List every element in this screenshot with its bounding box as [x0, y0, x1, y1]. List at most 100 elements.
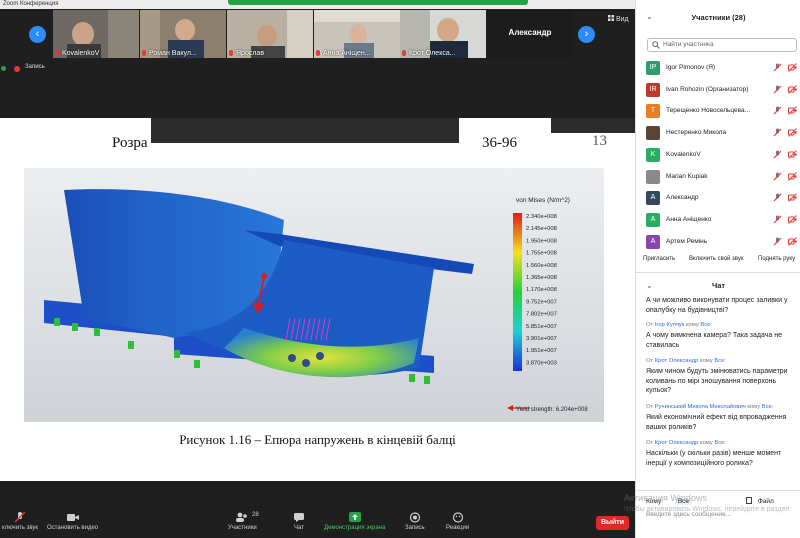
- participant-row[interactable]: A Артем Ремінь: [636, 232, 800, 253]
- mic-muted-icon: [316, 50, 320, 56]
- file-icon: [746, 497, 752, 504]
- message-sender: От Ігор Купчук кому Все:: [646, 322, 712, 328]
- share-screen-button[interactable]: Демонстрация экрана: [324, 512, 385, 531]
- video-off-icon: [788, 215, 797, 224]
- to-word: кому: [699, 440, 713, 446]
- record-icon: [409, 512, 420, 523]
- unmute-button[interactable]: ключить звук: [2, 512, 38, 531]
- video-thumbnail[interactable]: Александр: [487, 10, 573, 58]
- stop-video-button[interactable]: Остановить видео: [47, 512, 98, 531]
- avatar: [646, 126, 660, 141]
- participant-name: Роман Вакул...: [149, 50, 197, 57]
- raise-hand-button[interactable]: Поднять руку: [758, 253, 795, 266]
- mic-muted-icon: [773, 215, 782, 224]
- chat-icon: [294, 513, 304, 522]
- video-thumbnail[interactable]: KovalenkoV: [53, 10, 139, 58]
- legend-value: 1.755e+008: [526, 251, 557, 257]
- recipient-name: Все: [761, 404, 772, 410]
- invite-button[interactable]: Пригласить: [643, 253, 675, 266]
- legend-title: von Mises (N/m^2): [516, 197, 570, 204]
- from-word: От: [646, 358, 654, 364]
- recipient-name: Все: [714, 440, 725, 446]
- prev-page-button[interactable]: ‹: [29, 26, 46, 43]
- sender-name[interactable]: Ігор Купчук: [655, 322, 685, 328]
- legend-value: 1.951e+007: [526, 348, 557, 354]
- view-label: Вид: [615, 16, 629, 23]
- windows-activation-hint: Чтобы активировать Windows, перейдите в …: [624, 506, 790, 513]
- participant-row[interactable]: IP Igor Pimonov (Я): [636, 58, 800, 79]
- participant-name: Marian Kupiak: [666, 172, 708, 180]
- recording-indicator: Запись: [0, 59, 635, 81]
- video-off-icon: [788, 84, 797, 94]
- video-camera-icon: [66, 514, 79, 521]
- video-off-icon: [788, 106, 797, 116]
- mic-muted-icon: [773, 106, 782, 115]
- chat-button[interactable]: Чат: [292, 512, 306, 531]
- legend-value: 1.170e+008: [526, 287, 557, 293]
- sender-name[interactable]: Крот Олександр: [655, 440, 699, 446]
- video-thumbnail[interactable]: Роман Вакул...: [140, 10, 226, 58]
- divider: [636, 272, 800, 273]
- sender-name[interactable]: Крот Олександр: [655, 358, 699, 364]
- share-label: Демонстрация экрана: [324, 525, 386, 531]
- file-label: Файл: [757, 498, 774, 505]
- participant-row[interactable]: T Терещенко Новосельцева...: [636, 101, 800, 122]
- participants-icon: [236, 512, 248, 522]
- recipient-name: Все: [700, 322, 711, 328]
- zoom-window: Zoom Конференция ‹ KovalenkoV Роман Ваку…: [0, 0, 800, 538]
- smiley-icon: [452, 512, 463, 523]
- chat-label: Чат: [294, 525, 304, 531]
- to-word: кому: [747, 404, 761, 410]
- participant-name: Артем Ремінь: [666, 237, 708, 245]
- reactions-button[interactable]: Реакции: [446, 512, 469, 531]
- participant-row[interactable]: A Анна Аніщенко: [636, 210, 800, 231]
- video-off-icon: [788, 171, 797, 181]
- participant-row[interactable]: IR Ivan Rohozin (Организатор): [636, 80, 800, 101]
- recipient-name: Все: [714, 358, 725, 364]
- participant-row[interactable]: A Александр: [636, 188, 800, 209]
- next-page-button[interactable]: ›: [578, 26, 595, 43]
- leave-button[interactable]: Выйти: [596, 516, 629, 530]
- recording-label: Запись: [25, 64, 45, 70]
- participants-button[interactable]: 28 Участники: [228, 512, 259, 531]
- video-thumbnail[interactable]: Крот Олекса...: [400, 10, 486, 58]
- participant-name: Крот Олекса...: [409, 50, 456, 57]
- message-text: А чи можливо виконувати процес заливки у…: [646, 297, 788, 314]
- participant-name: Нестеренко Микола: [666, 129, 727, 137]
- participant-name: Анна Аніщенко: [666, 215, 712, 223]
- video-thumbnail[interactable]: Ярослав: [227, 10, 313, 58]
- side-panel: ⌄ Участники (28) Найти участника IP Igor …: [635, 0, 800, 538]
- avatar: A: [646, 212, 660, 227]
- avatar: A: [646, 234, 660, 249]
- avatar: A: [646, 191, 660, 206]
- participant-row[interactable]: Marian Kupiak: [636, 167, 800, 188]
- participant-row[interactable]: K KovalenkoV: [636, 145, 800, 166]
- legend-value: 7.802e+007: [526, 312, 557, 318]
- participant-row[interactable]: Нестеренко Микола: [636, 123, 800, 144]
- view-menu[interactable]: Вид: [608, 15, 629, 23]
- message-text: А чому вимкнена камера? Така задача не с…: [646, 332, 782, 349]
- participant-actions: Пригласить Включить свой звук Поднять ру…: [636, 253, 800, 267]
- screen-share-banner[interactable]: [228, 0, 528, 5]
- legend-value: 1.365e+008: [526, 275, 557, 281]
- color-scale: [513, 213, 522, 371]
- participant-name: KovalenkoV: [666, 150, 701, 158]
- doc-heading: Розра: [112, 135, 148, 151]
- video-thumbnail[interactable]: Анна Аніщен...: [314, 10, 400, 58]
- participant-name: Ярослав: [236, 50, 265, 57]
- message-text: Наскільки (у скільки разів) менше момент…: [646, 450, 782, 467]
- sender-name[interactable]: Ручинський Микола Миколайович: [655, 404, 746, 410]
- record-dot-icon: [14, 66, 20, 72]
- from-word: От: [646, 404, 654, 410]
- message-text: Яким чином будуть змінюватись параметри …: [646, 368, 788, 394]
- unmute-self-button[interactable]: Включить свой звук: [689, 253, 744, 266]
- mic-off-icon: [14, 512, 26, 523]
- to-word: кому: [699, 358, 713, 364]
- message-sender: От Ручинський Микола Миколайович кому Вс…: [646, 404, 774, 410]
- participant-search-input[interactable]: Найти участника: [647, 38, 797, 52]
- file-button[interactable]: Файл: [746, 497, 774, 505]
- shield-icon: [1, 66, 6, 71]
- figure-caption: Рисунок 1.16 – Епюра напружень в кінцеві…: [179, 432, 456, 447]
- record-button[interactable]: Запись: [405, 512, 425, 531]
- avatar: IR: [646, 82, 660, 97]
